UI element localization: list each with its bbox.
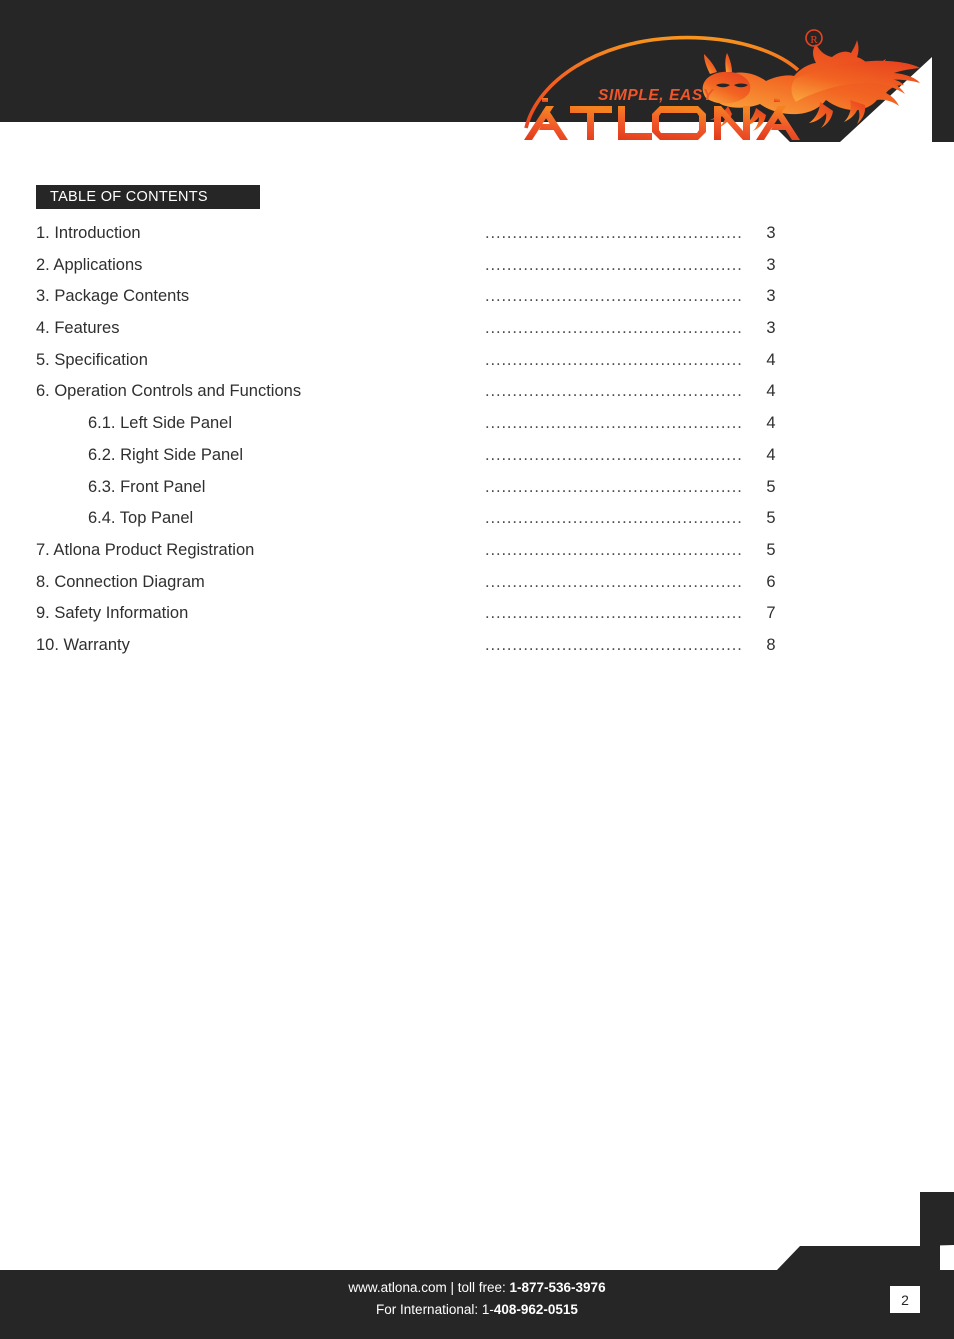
- toc-entry-page-number: 4: [766, 350, 776, 369]
- toc-entry-page-number: 8: [766, 635, 776, 654]
- toc-entry-title: 8. Connection Diagram: [36, 572, 205, 591]
- toc-entry-page-number: 6: [766, 572, 776, 591]
- toc-entry-page-number: 7: [766, 604, 776, 623]
- toc-entry[interactable]: 9. Safety Information...................…: [36, 602, 796, 634]
- toc-entry[interactable]: 6. Operation Controls and Functions.....…: [36, 380, 796, 412]
- toc-entry-page-number: 5: [766, 477, 776, 496]
- toc-entry-title: 10. Warranty: [36, 635, 130, 654]
- toc-entry-title: 6.3. Front Panel: [88, 477, 206, 496]
- table-of-contents-list: 1. Introduction.........................…: [36, 222, 796, 666]
- toc-entry[interactable]: 6.2. Right Side Panel...................…: [36, 444, 796, 476]
- toc-dot-leader: ........................................…: [485, 224, 742, 242]
- toc-entry[interactable]: 6.3. Front Panel........................…: [36, 476, 796, 508]
- toc-entry-page-number: 4: [766, 445, 776, 464]
- toc-dot-leader: ........................................…: [485, 287, 742, 306]
- toc-entry-title: 4. Features: [36, 319, 120, 338]
- footer-tollfree-number: 1-877-536-3976: [509, 1280, 606, 1295]
- toc-entry[interactable]: 1. Introduction.........................…: [36, 222, 796, 254]
- toc-entry[interactable]: 7. Atlona Product Registration..........…: [36, 539, 796, 571]
- toc-dot-leader: ........................................…: [485, 509, 742, 528]
- toc-entry-title: 2. Applications: [36, 255, 143, 274]
- toc-dot-leader: ........................................…: [485, 635, 742, 654]
- toc-dot-leader: ........................................…: [485, 445, 742, 464]
- logo-tagline: SIMPLE, EASY: [598, 87, 715, 104]
- footer-line-2: For International: 1-408-962-0515: [0, 1299, 954, 1321]
- page-number-badge: 2: [890, 1286, 920, 1313]
- toc-entry-page-number: 5: [766, 540, 776, 559]
- toc-dot-leader: ........................................…: [485, 604, 742, 623]
- registered-trademark-icon: R: [805, 29, 823, 47]
- page-number-value: 2: [901, 1291, 909, 1308]
- page-header: SIMPLE, EASY R: [0, 0, 954, 150]
- atlona-logo: SIMPLE, EASY R: [520, 28, 920, 143]
- toc-entry[interactable]: 2. Applications.........................…: [36, 254, 796, 286]
- toc-dot-leader: ........................................…: [485, 540, 742, 559]
- toc-dot-leader: ........................................…: [485, 319, 742, 338]
- toc-entry-page-number: 3: [766, 224, 776, 242]
- atlona-logo-graphic: SIMPLE, EASY R: [524, 29, 920, 140]
- toc-entry-page-number: 4: [766, 414, 776, 433]
- toc-dot-leader: ........................................…: [485, 572, 742, 591]
- toc-entry[interactable]: 5. Specification........................…: [36, 349, 796, 381]
- toc-dot-leader: ........................................…: [485, 255, 742, 274]
- footer-line-1: www.atlona.com | toll free: 1-877-536-39…: [0, 1277, 954, 1299]
- toc-entry-title: 6.1. Left Side Panel: [88, 414, 233, 433]
- toc-entry-title: 1. Introduction: [36, 224, 141, 242]
- toc-entry[interactable]: 10. Warranty............................…: [36, 634, 796, 666]
- toc-entry[interactable]: 6.4. Top Panel..........................…: [36, 507, 796, 539]
- toc-dot-leader: ........................................…: [485, 382, 742, 401]
- table-of-contents-banner: TABLE OF CONTENTS: [36, 185, 260, 209]
- toc-entry-title: 6.4. Top Panel: [88, 509, 194, 528]
- toc-dot-leader: ........................................…: [485, 477, 742, 496]
- toc-entry[interactable]: 6.1. Left Side Panel....................…: [36, 412, 796, 444]
- toc-entry-page-number: 5: [766, 509, 776, 528]
- toc-entry-title: 5. Specification: [36, 350, 148, 369]
- toc-entry[interactable]: 8. Connection Diagram...................…: [36, 571, 796, 603]
- footer-line-1-prefix: www.atlona.com | toll free:: [348, 1280, 510, 1295]
- toc-entry[interactable]: 4. Features.............................…: [36, 317, 796, 349]
- footer-international-number: 408-962-0515: [493, 1302, 578, 1317]
- toc-entry-title: 9. Safety Information: [36, 604, 189, 623]
- toc-dot-leader: ........................................…: [485, 350, 742, 369]
- table-of-contents-title: TABLE OF CONTENTS: [50, 189, 208, 205]
- footer-line-2-prefix: For International: 1-: [376, 1302, 494, 1317]
- toc-entry-page-number: 3: [766, 319, 776, 338]
- svg-text:R: R: [810, 34, 818, 46]
- toc-entry-page-number: 3: [766, 287, 776, 306]
- toc-entry-title: 6.2. Right Side Panel: [88, 445, 244, 464]
- toc-entry[interactable]: 3. Package Contents.....................…: [36, 285, 796, 317]
- footer-contact-text: www.atlona.com | toll free: 1-877-536-39…: [0, 1277, 954, 1321]
- toc-entry-page-number: 4: [766, 382, 776, 401]
- toc-entry-title: 6. Operation Controls and Functions: [36, 382, 302, 401]
- toc-dot-leader: ........................................…: [485, 414, 742, 433]
- toc-entry-title: 7. Atlona Product Registration: [36, 540, 255, 559]
- toc-entry-page-number: 3: [766, 255, 776, 274]
- toc-entry-title: 3. Package Contents: [36, 287, 190, 306]
